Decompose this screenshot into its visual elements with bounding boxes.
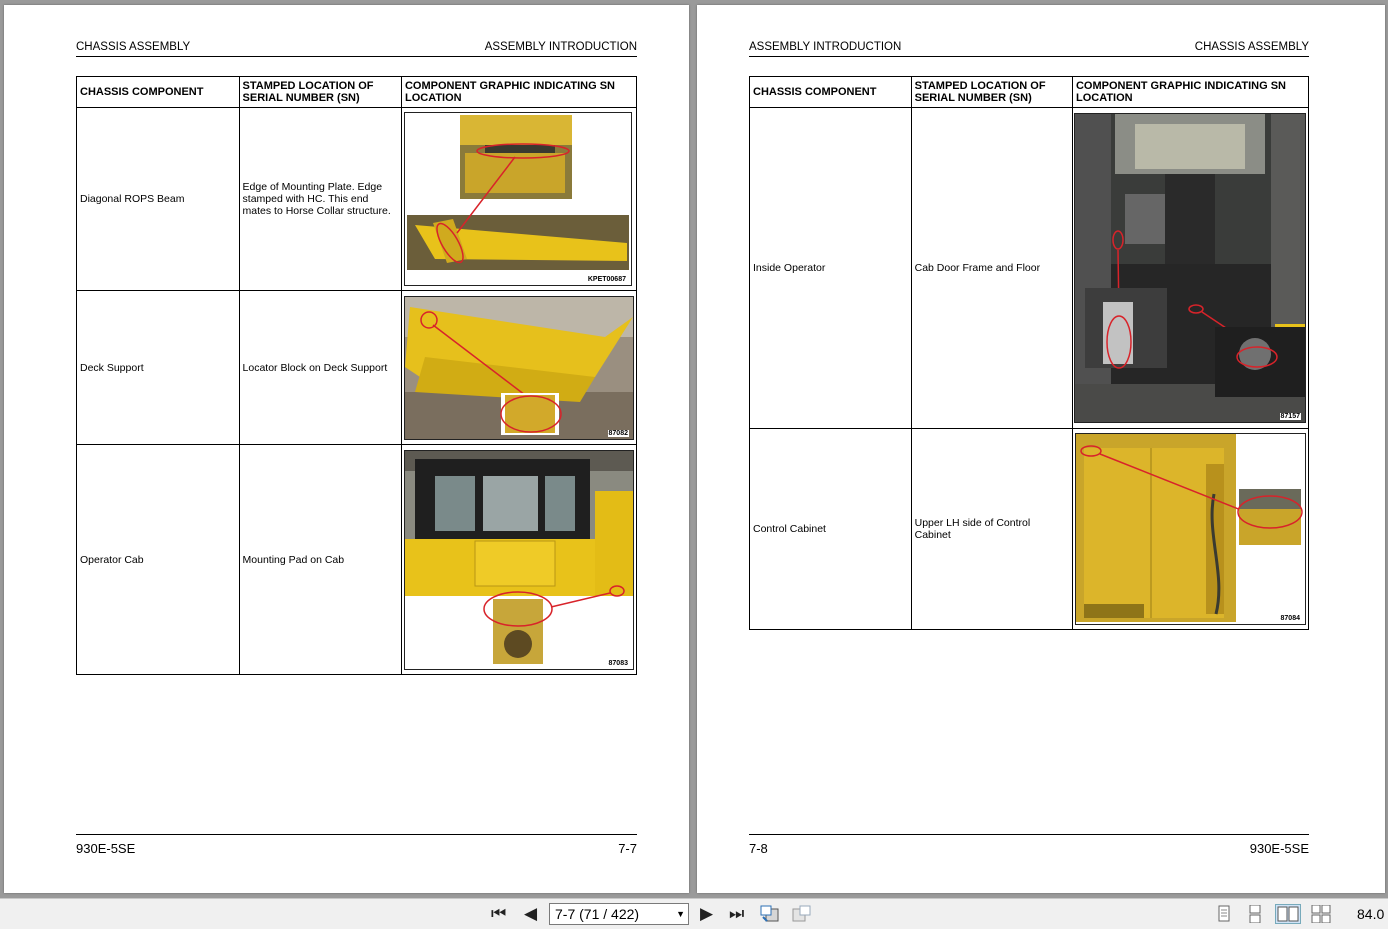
graphic-cell: 87157 — [1071, 107, 1310, 429]
next-view-icon[interactable] — [792, 905, 811, 923]
footer-left: 930E-5SE — [76, 841, 136, 856]
figure-id: 87084 — [1279, 615, 1301, 622]
figure-id: 87082 — [607, 429, 629, 437]
column-header: STAMPED LOCATION OF SERIAL NUMBER (SN) — [910, 76, 1073, 108]
footer-page-number: 7-7 — [618, 841, 637, 856]
table-row: Control Cabinet Upper LH side of Control… — [749, 428, 1310, 630]
control-cabinet-figure: 87084 — [1074, 433, 1306, 625]
graphic-cell: 87084 — [1071, 428, 1310, 630]
column-header: STAMPED LOCATION OF SERIAL NUMBER (SN) — [238, 76, 402, 108]
location-cell: Upper LH side of Control Cabinet — [910, 428, 1073, 630]
header-rule — [749, 56, 1309, 57]
location-cell: Cab Door Frame and Floor — [910, 107, 1073, 429]
table-row: Inside Operator Cab Door Frame and Floor — [749, 107, 1310, 429]
component-cell: Deck Support — [76, 290, 240, 445]
left-page: CHASSIS ASSEMBLY ASSEMBLY INTRODUCTION C… — [4, 5, 689, 893]
table-row: Deck Support Locator Block on Deck Suppo… — [76, 290, 638, 445]
footer-rule — [749, 834, 1309, 835]
inside-operator-figure: 87157 — [1073, 113, 1306, 423]
figure-id: KPET00687 — [586, 276, 627, 283]
page-header-right: ASSEMBLY INTRODUCTION — [484, 41, 637, 53]
page-header-right: CHASSIS ASSEMBLY — [1194, 41, 1309, 53]
next-page-icon[interactable]: ▶ — [700, 904, 713, 924]
table-row: Diagonal ROPS Beam Edge of Mounting Plat… — [76, 107, 638, 291]
component-cell: Operator Cab — [76, 444, 240, 675]
table-row: Operator Cab Mounting Pad on Cab 87083 — [76, 444, 638, 675]
continuous-facing-view-icon[interactable] — [1311, 904, 1331, 924]
page-header-left: ASSEMBLY INTRODUCTION — [749, 41, 902, 53]
page-indicator: 7-7 (71 / 422) — [555, 906, 640, 922]
figure-id: 87157 — [1279, 413, 1301, 420]
operator-cab-figure: 87083 — [403, 449, 634, 670]
component-cell: Control Cabinet — [749, 428, 912, 630]
header-rule — [76, 56, 637, 57]
footer-page-number: 7-8 — [749, 841, 768, 856]
previous-view-icon[interactable] — [760, 905, 779, 923]
chevron-down-icon[interactable]: ▼ — [676, 904, 685, 924]
last-page-icon[interactable]: ⏭ — [729, 904, 744, 924]
footer-rule — [76, 834, 637, 835]
page-header-left: CHASSIS ASSEMBLY — [76, 41, 191, 53]
serial-number-table: CHASSIS COMPONENT STAMPED LOCATION OF SE… — [749, 76, 1310, 630]
single-page-view-icon[interactable] — [1215, 905, 1233, 923]
column-header: CHASSIS COMPONENT — [76, 76, 240, 108]
zoom-level[interactable]: 84.0 — [1357, 906, 1384, 922]
serial-number-table: CHASSIS COMPONENT STAMPED LOCATION OF SE… — [76, 76, 638, 675]
graphic-cell: KPET00687 — [400, 107, 638, 291]
graphic-cell: 87082 — [400, 290, 638, 445]
figure-id: 87083 — [607, 659, 629, 667]
column-header: CHASSIS COMPONENT — [749, 76, 912, 108]
component-cell: Diagonal ROPS Beam — [76, 107, 240, 291]
right-page: ASSEMBLY INTRODUCTION CHASSIS ASSEMBLY C… — [697, 5, 1385, 893]
location-cell: Locator Block on Deck Support — [238, 290, 402, 445]
rops-beam-figure: KPET00687 — [403, 112, 632, 286]
page-number-field[interactable]: 7-7 (71 / 422) ▼ — [549, 903, 689, 925]
column-header: COMPONENT GRAPHIC INDICATING SN LOCATION — [400, 76, 638, 108]
navigation-toolbar: ⏮ ◀ 7-7 (71 / 422) ▼ ▶ ⏭ 84.0 — [0, 898, 1388, 929]
continuous-view-icon[interactable] — [1246, 904, 1264, 924]
previous-page-icon[interactable]: ◀ — [524, 904, 537, 924]
location-cell: Edge of Mounting Plate. Edge stamped wit… — [238, 107, 402, 291]
table-header-row: CHASSIS COMPONENT STAMPED LOCATION OF SE… — [76, 76, 638, 108]
deck-support-figure: 87082 — [403, 295, 634, 440]
footer-right: 930E-5SE — [1249, 841, 1309, 856]
graphic-cell: 87083 — [400, 444, 638, 675]
component-cell: Inside Operator — [749, 107, 912, 429]
facing-view-icon[interactable] — [1275, 904, 1301, 924]
location-cell: Mounting Pad on Cab — [238, 444, 402, 675]
table-header-row: CHASSIS COMPONENT STAMPED LOCATION OF SE… — [749, 76, 1310, 108]
column-header: COMPONENT GRAPHIC INDICATING SN LOCATION — [1071, 76, 1310, 108]
first-page-icon[interactable]: ⏮ — [491, 904, 506, 924]
